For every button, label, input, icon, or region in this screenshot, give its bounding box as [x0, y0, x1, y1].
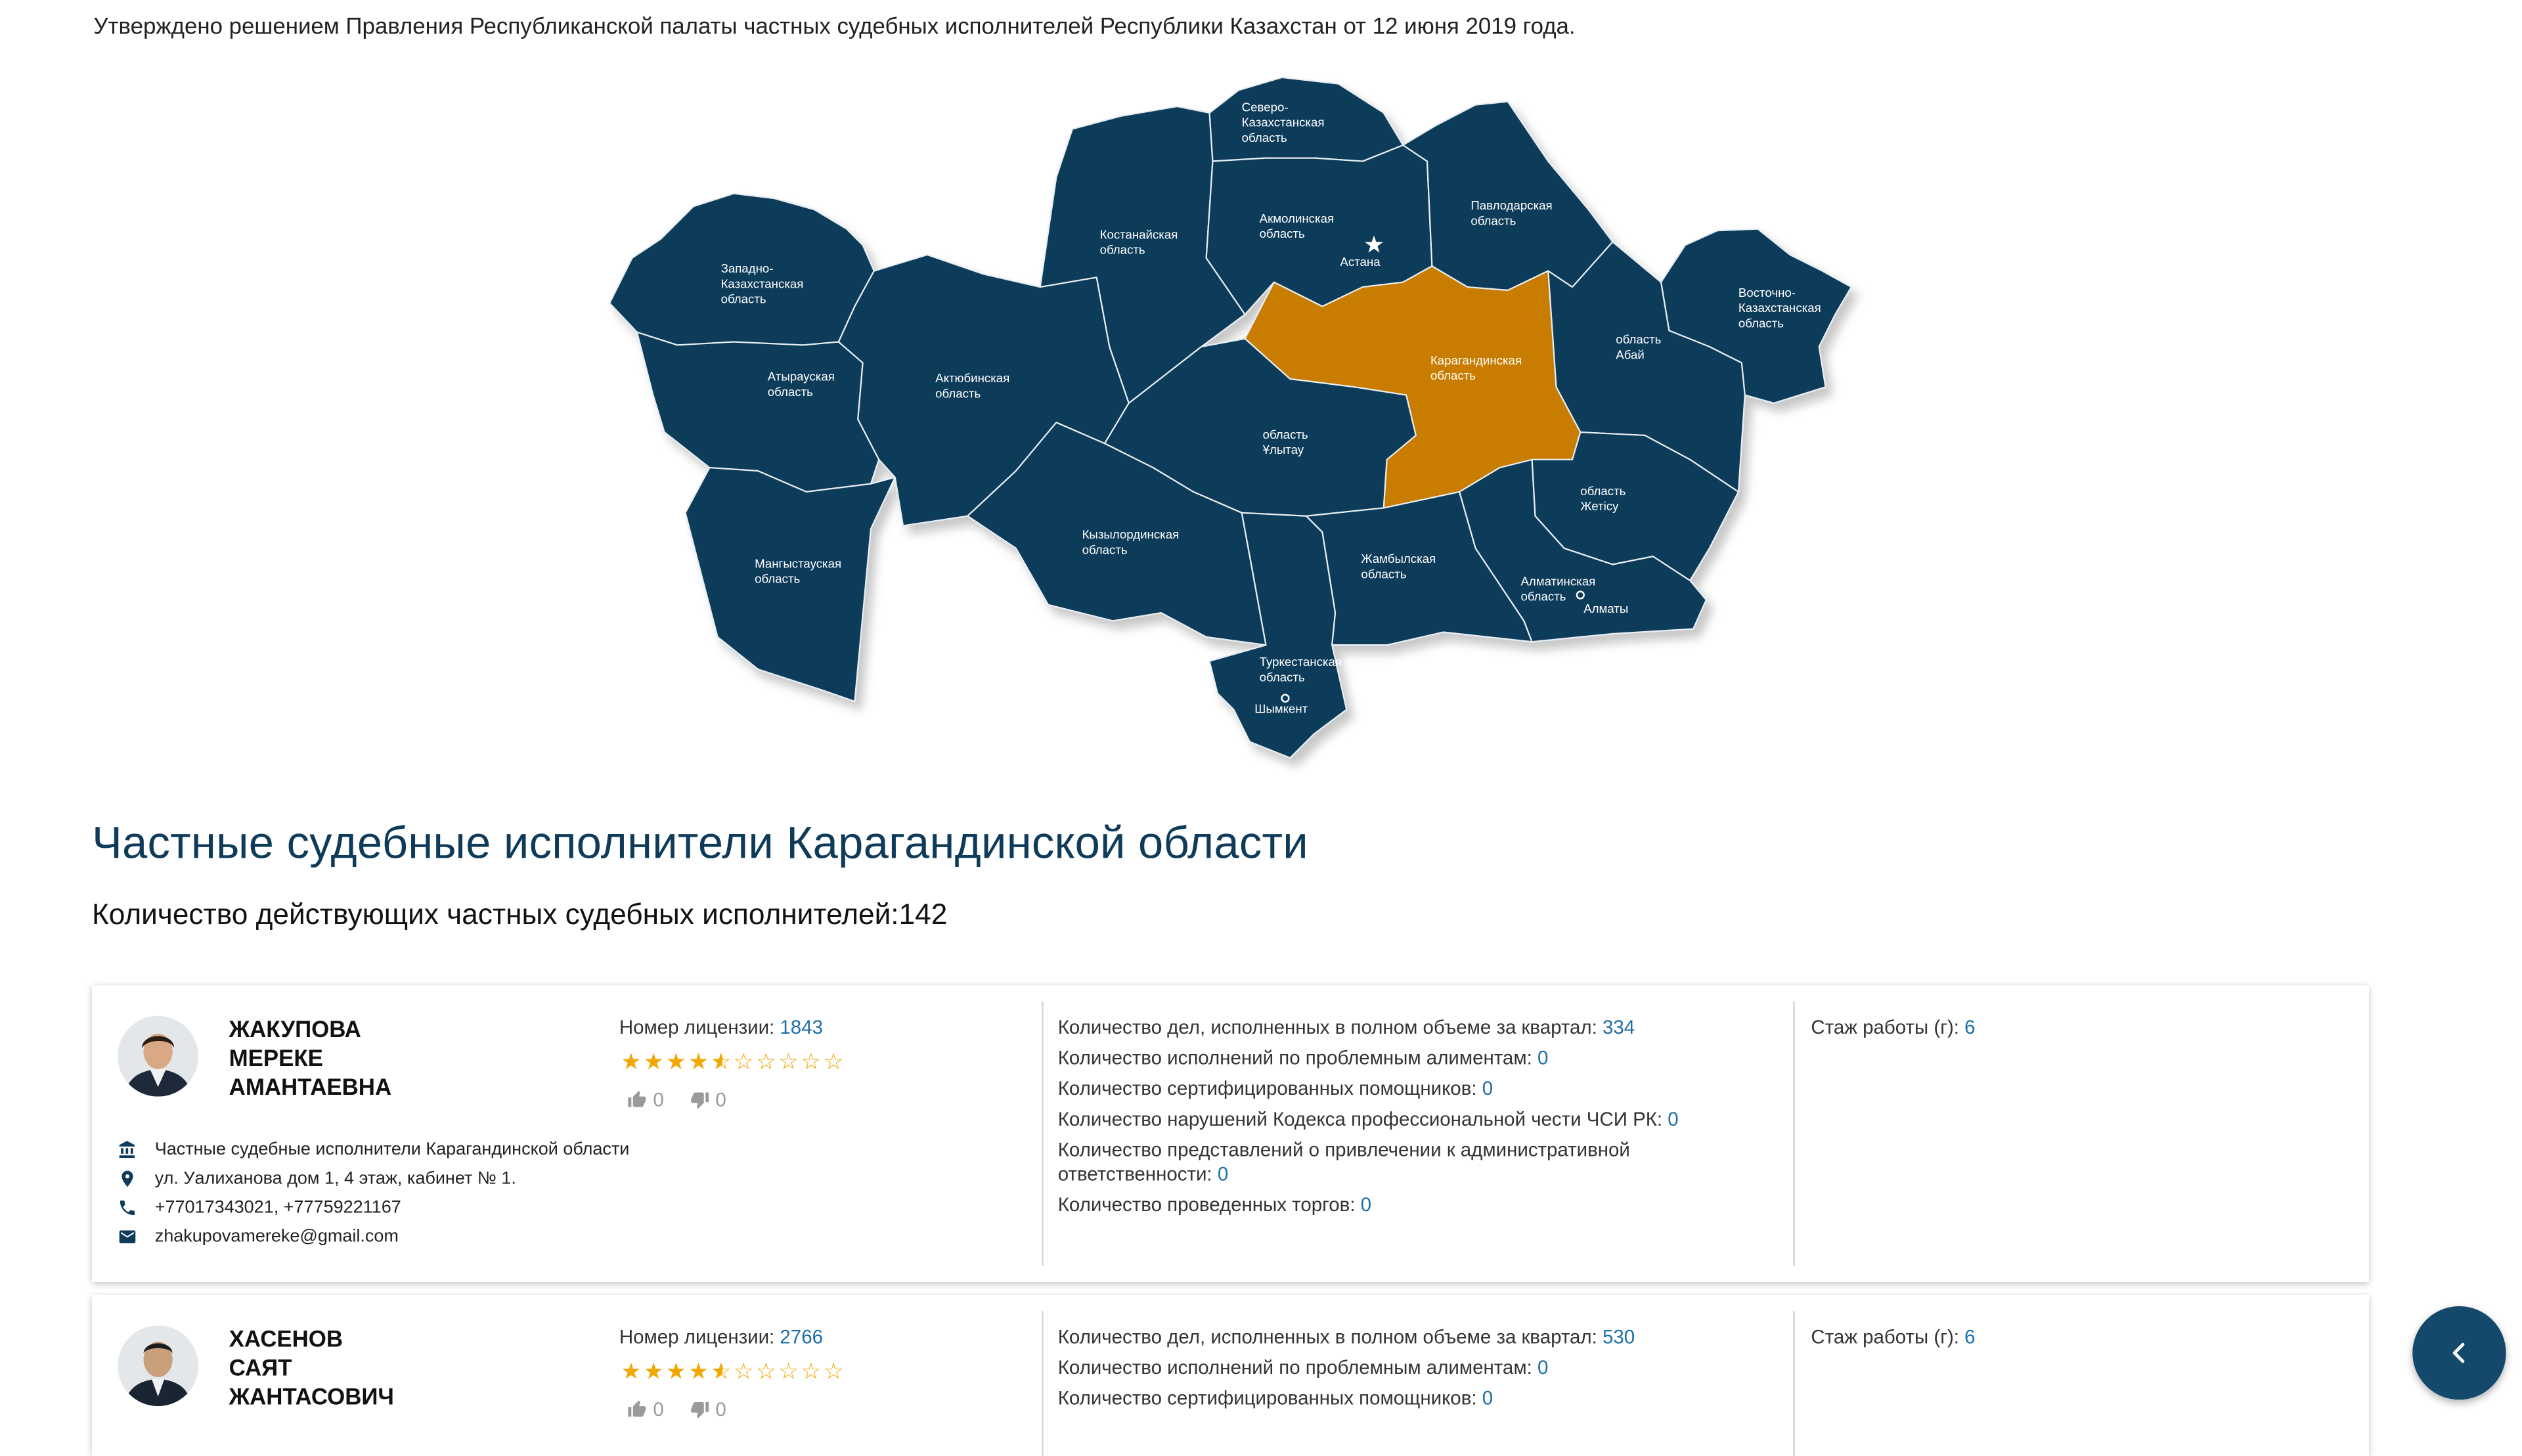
email-row[interactable]: zhakupovamereke@gmail.com [118, 1222, 629, 1251]
thumb-up-icon[interactable] [627, 1400, 646, 1419]
thumb-up-icon[interactable] [627, 1090, 646, 1109]
experience: Стаж работы (г): 6 [1811, 1325, 1976, 1348]
divider [1042, 1001, 1044, 1266]
avatar [118, 1015, 199, 1097]
kazakhstan-map: Западно-Казахстанская область Атырауская о… [596, 61, 1886, 779]
back-button[interactable] [2412, 1306, 2506, 1400]
region-atyrau[interactable] [636, 331, 880, 493]
chevron-left-icon [2452, 1342, 2465, 1363]
thumb-down-icon[interactable] [690, 1090, 709, 1109]
city-shymkent-label: Шымкент [1254, 701, 1308, 715]
executor-count: Количество действующих частных судебных … [91, 898, 948, 931]
contacts: Частные судебные исполнители Карагандинс… [118, 1136, 629, 1252]
divider [1042, 1311, 1044, 1456]
license-number: Номер лицензии: 1843 [619, 1015, 823, 1039]
vote-counters: 0 0 [627, 1088, 726, 1111]
phone-icon [120, 1201, 135, 1216]
rating-stars[interactable]: ★★★★★☆☆☆☆☆☆ [621, 1048, 846, 1076]
page-title: Частные судебные исполнители Карагандинс… [91, 817, 1308, 868]
executor-card[interactable]: ЖАКУПОВА МЕРЕКЕ АМАНТАЕВНА Номер лицензии:… [91, 985, 2369, 1283]
license-number: Номер лицензии: 2766 [619, 1325, 823, 1348]
like-count: 0 [653, 1398, 664, 1421]
bank-icon [119, 1141, 135, 1158]
executor-name: ХАСЕНОВ САЯТ ЖАНТАСОВИЧ [229, 1327, 394, 1411]
thumb-down-icon[interactable] [690, 1400, 709, 1419]
executor-card[interactable]: ХАСЕНОВ САЯТ ЖАНТАСОВИЧ Номер лицензии: 27… [91, 1294, 2369, 1456]
label-west-kz-1: Западно- [721, 261, 774, 275]
city-almaty-label: Алматы [1583, 602, 1628, 615]
executor-stats: Количество дел, исполненных в полном объ… [1057, 1015, 1679, 1216]
region-pavlodar[interactable] [1402, 100, 1614, 292]
rating-stars[interactable]: ★★★★★☆☆☆☆☆☆ [621, 1357, 846, 1385]
divider [1793, 1001, 1795, 1266]
like-count: 0 [653, 1088, 664, 1111]
phone-row: +77017343021, +77759221167 [118, 1193, 629, 1222]
executor-stats: Количество дел, исполненных в полном объ… [1057, 1325, 1635, 1410]
pin-icon [122, 1170, 133, 1187]
address-row: ул. Уалиханова дом 1, 4 этаж, кабинет № … [118, 1164, 629, 1193]
approval-notice: Утверждено решением Правления Республика… [93, 14, 1576, 41]
experience: Стаж работы (г): 6 [1811, 1015, 1976, 1039]
vote-counters: 0 0 [627, 1398, 726, 1421]
city-astana-label: Астана [1340, 255, 1381, 269]
executor-name: ЖАКУПОВА МЕРЕКЕ АМАНТАЕВНА [229, 1017, 392, 1102]
divider [1793, 1311, 1795, 1456]
avatar [118, 1325, 199, 1407]
dislike-count: 0 [715, 1398, 726, 1421]
mail-icon [119, 1230, 136, 1244]
dislike-count: 0 [715, 1088, 726, 1111]
office-row: Частные судебные исполнители Карагандинс… [118, 1136, 629, 1164]
